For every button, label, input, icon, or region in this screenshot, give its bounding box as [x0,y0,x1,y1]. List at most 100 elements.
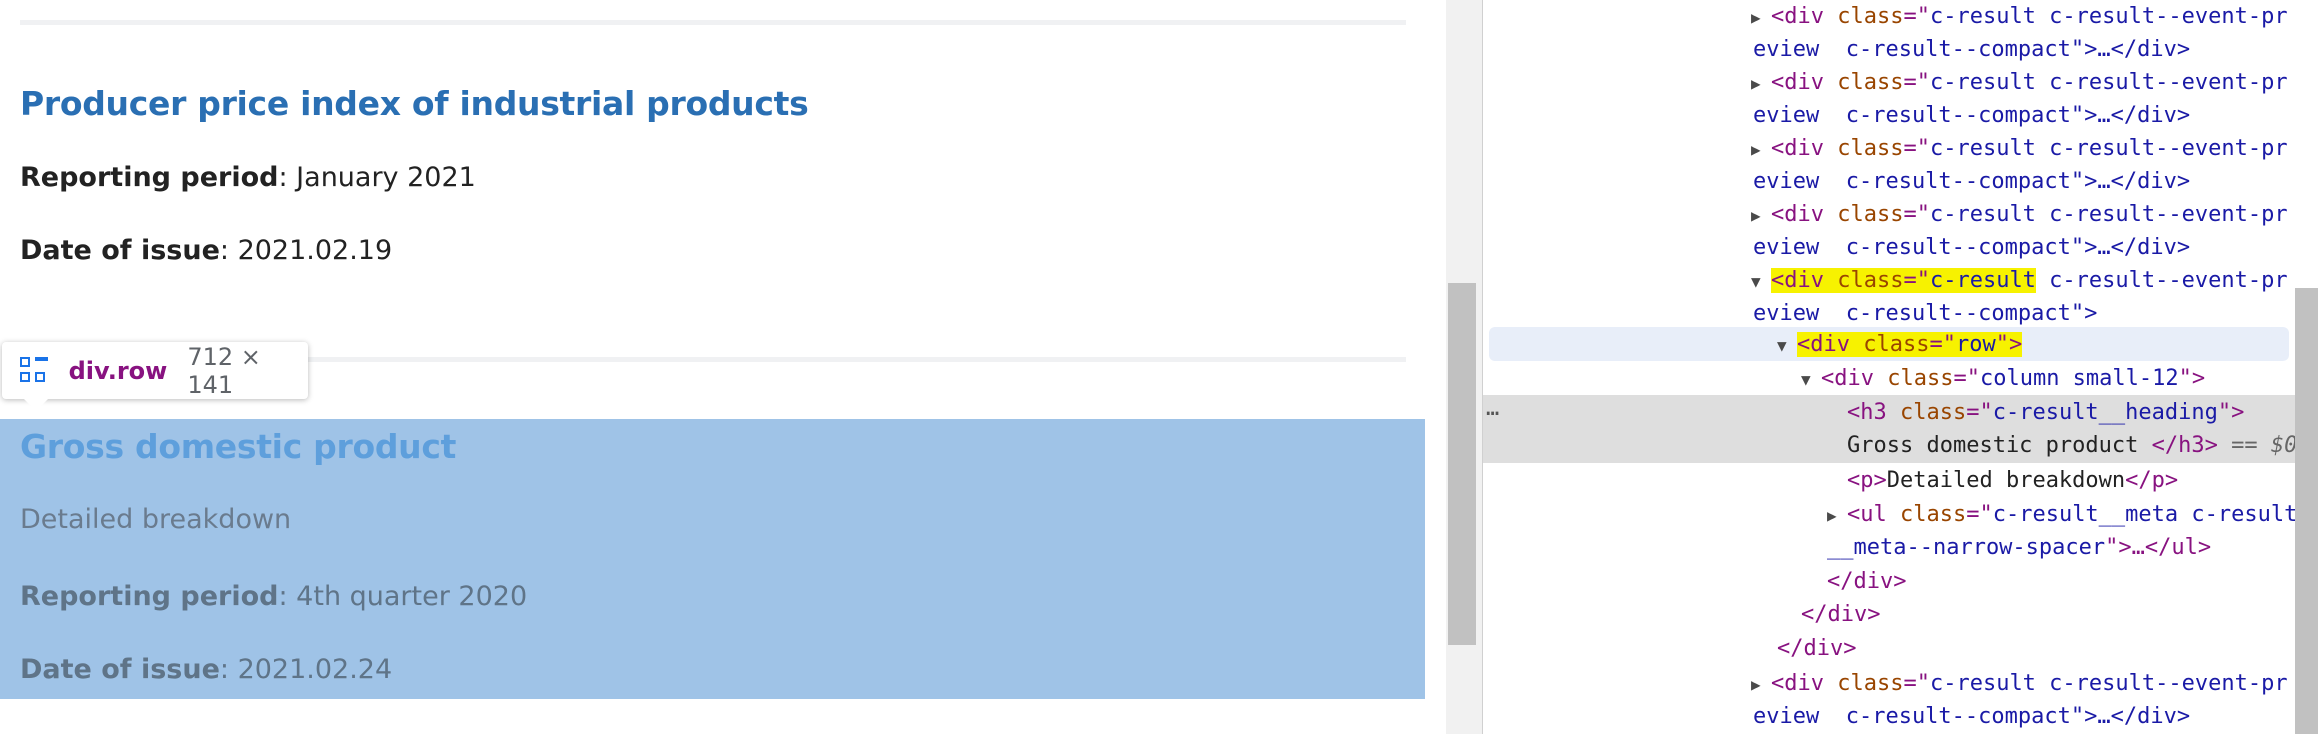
punct: =" [1903,671,1930,696]
reporting-period-ppi: Reporting period: January 2021 [20,162,476,193]
punct: =" [1953,366,1980,391]
dom-node-h3-text[interactable]: Gross domestic product </h3> == $0 [1847,429,2297,462]
punct: "> [2217,400,2245,425]
date-of-issue-ppi: Date of issue: 2021.02.19 [20,235,392,266]
attr-value: c-result--event-pr [2035,202,2288,227]
console-ref: == $0 [2217,433,2298,458]
attr-value: c-result [1929,4,2036,29]
tag-name: </p> [2125,468,2179,493]
text-node: Detailed breakdown [1886,468,2126,493]
dom-close-tag[interactable]: </div> [1777,632,1856,665]
attr-name: class [1899,502,1967,527]
dom-node-column[interactable]: ▼ <div class="column small-12"> [1801,362,2205,395]
attr-name: class [1837,136,1904,161]
expand-triangle-icon[interactable]: ▶ [1751,668,1771,701]
tag-name: <div [1797,332,1864,357]
dom-close-tag[interactable]: </div> [1827,565,1906,598]
tag-name: <div [1821,366,1888,391]
date-of-issue-value: : 2021.02.19 [219,235,393,266]
attr-name: class [1837,4,1904,29]
collapse-triangle-icon[interactable]: ▼ [1751,265,1771,298]
attr-value: c-result [1929,202,2036,227]
expand-triangle-icon[interactable]: ▶ [1751,1,1771,34]
tag-name: <div [1771,4,1824,29]
date-of-issue-value: : 2021.02.24 [219,654,393,685]
attr-value: c-result__heading [1992,400,2218,425]
dom-node-collapsed[interactable]: ▶ <div class="c-result c-result--event-pr [1751,132,2288,165]
tooltip-element-size: 712 × 141 [187,342,261,399]
attr-value: c-result--event-pr [2035,4,2288,29]
attr-value: c-result [1929,268,2036,293]
date-of-issue-label: Date of issue [20,235,220,266]
dom-node-continuation: eview c-result--compact">…</div> [1753,704,2191,729]
punct: =" [1966,502,1993,527]
collapse-triangle-icon[interactable]: ▼ [1777,329,1797,362]
tag-name: <div [1771,268,1824,293]
tag-name: <div [1771,671,1824,696]
tag-name: <h3 [1847,400,1900,425]
attr-value: row [1955,332,1996,357]
expand-triangle-icon[interactable]: ▶ [1751,133,1771,166]
expand-triangle-icon[interactable]: ▶ [1751,199,1771,232]
punct: "> [1995,332,2023,357]
punct: =" [1903,136,1930,161]
tag-name: </h3> [2151,433,2218,458]
attr-name: class [1837,202,1904,227]
expand-triangle-icon[interactable]: ▶ [1751,67,1771,100]
expand-triangle-icon[interactable]: ▶ [1827,499,1847,532]
attr-value: c-result [1929,671,2036,696]
devtools-elements-panel: … ▶ <div class="c-result c-result--event-… [1482,0,2318,734]
tag-name: <ul [1847,502,1900,527]
dom-node-collapsed[interactable]: ▶ <div class="c-result c-result--event-pr [1751,0,2288,33]
attr-name: class [1837,268,1904,293]
dom-node-collapsed[interactable]: ▶ <div class="c-result c-result--event-pr [1751,66,2288,99]
attr-value: c-result--event-pr [2035,268,2288,293]
date-of-issue-gdp: Date of issue: 2021.02.24 [20,654,392,685]
attr-name: class [1863,332,1930,357]
collapse-triangle-icon[interactable]: ▼ [1801,363,1821,396]
punct: =" [1929,332,1956,357]
attr-name: class [1887,366,1954,391]
attr-value: c-result--event-pr [2035,70,2288,95]
punct: =" [1903,202,1930,227]
punct: "> [2178,366,2206,391]
grid-icon [20,356,48,385]
punct: =" [1966,400,1993,425]
page-scrollbar-thumb[interactable] [1448,283,1476,645]
attr-name: class [1899,400,1967,425]
text-node: Gross domestic product [1847,433,2152,458]
dom-node-collapsed[interactable]: ▶ <div class="c-result c-result--event-pr [1751,667,2288,700]
tag-name: <div [1771,136,1824,161]
tag-name: <p> [1847,468,1887,493]
dom-node-p[interactable]: <p>Detailed breakdown</p> [1847,464,2178,497]
dom-node-row[interactable]: ▼ <div class="row"> [1777,328,2023,362]
reporting-period-value: : January 2021 [278,162,476,193]
divider [20,20,1406,25]
attr-value: c-result--event-pr [2035,136,2288,161]
tooltip-element-name: div.row [68,356,168,385]
dom-node-collapsed[interactable]: ▶ <div class="c-result c-result--event-pr [1751,198,2288,231]
reporting-period-label: Reporting period [20,162,279,193]
dom-node-continuation: __meta--narrow-spacer">…</ul> [1827,531,2211,564]
element-inspector-tooltip: div.row 712 × 141 [2,342,308,411]
ellipsis-icon[interactable]: … [1486,396,1499,421]
punct: =" [1903,70,1930,95]
punct: =" [1903,268,1930,293]
dom-node-continuation: eview c-result--compact">…</div> [1753,235,2191,260]
punct: =" [1903,4,1930,29]
reporting-period-label: Reporting period [20,581,279,612]
dom-close-tag[interactable]: </div> [1801,598,1880,631]
attr-value: c-result [1929,70,2036,95]
result-title-gdp[interactable]: Gross domestic product [20,427,456,466]
dom-node-continuation: eview c-result--compact">…</div> [1753,37,2191,62]
devtools-scrollbar-thumb[interactable] [2295,288,2318,734]
dom-node-expanded[interactable]: ▼ <div class="c-result c-result--event-pr [1751,264,2288,297]
dom-node-continuation: eview c-result--compact">…</div> [1753,169,2191,194]
tag-name: <div [1771,202,1824,227]
dom-node-continuation: eview c-result--compact"> [1753,301,2098,326]
result-title-ppi[interactable]: Producer price index of industrial produ… [20,84,809,123]
dom-node-h3[interactable]: <h3 class="c-result__heading"> [1847,396,2244,429]
punct: ">…</ul> [2105,535,2212,560]
attr-value: c-result__meta c-result [1992,502,2298,527]
dom-node-ul[interactable]: ▶ <ul class="c-result__meta c-result [1827,498,2297,531]
